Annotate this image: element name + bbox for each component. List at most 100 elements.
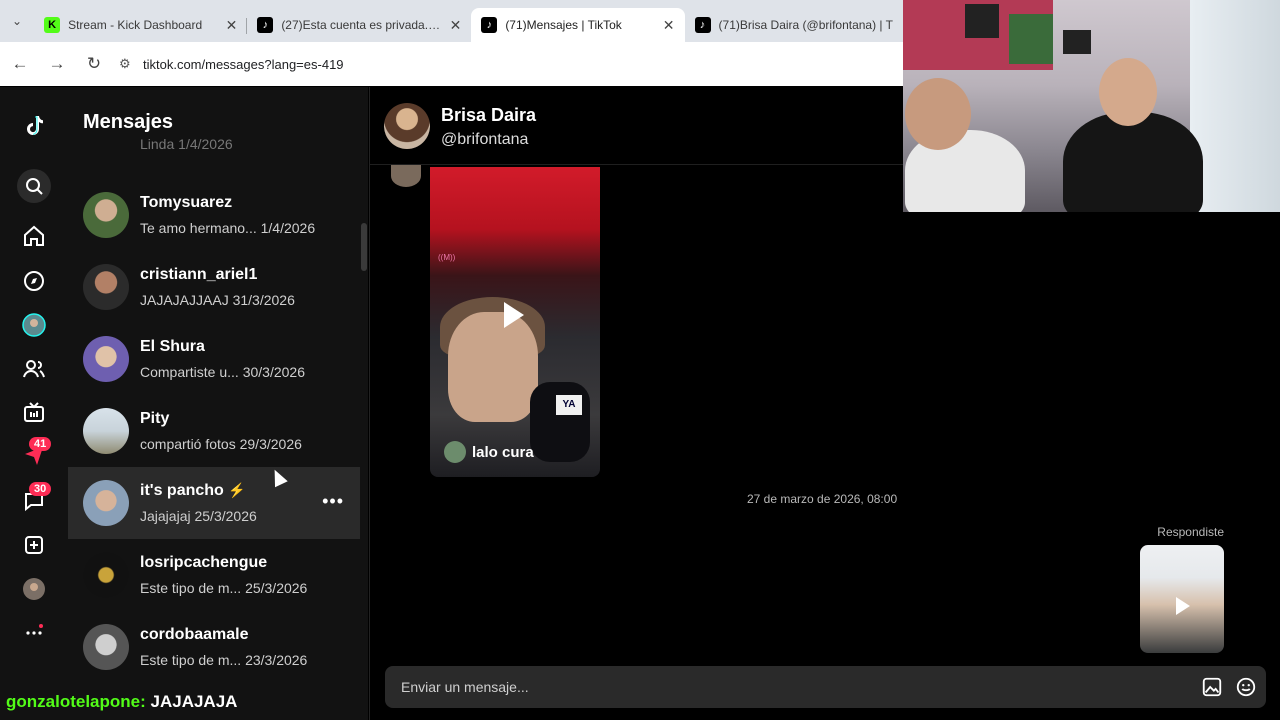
conversation-preview: Compartiste u... (140, 364, 239, 380)
stream-chat-username: gonzalotelapone: (6, 692, 146, 711)
messages-heading: Mensajes (83, 111, 174, 133)
tiktok-icon: ♪ (694, 17, 711, 33)
explore-compass-icon[interactable] (17, 264, 51, 298)
messages-badge: 30 (29, 482, 52, 496)
webcam-person-left-head (905, 78, 971, 150)
conversation-item[interactable]: El Shura Compartiste u... 30/3/2026 (68, 323, 360, 395)
friends-icon[interactable] (17, 352, 51, 386)
conversation-item-partial[interactable]: Linda 1/4/2026 (68, 135, 360, 165)
avatar (83, 480, 129, 526)
conversation-name: El Shura (140, 338, 205, 355)
conversation-name: Tomysuarez (140, 194, 233, 211)
replied-video-thumbnail[interactable] (1140, 545, 1224, 653)
webcam-poster (965, 4, 999, 38)
sender-avatar (391, 165, 421, 187)
conversation-item[interactable]: Pity compartió fotos 29/3/2026 (68, 395, 360, 467)
tiktok-logo-icon[interactable] (17, 109, 51, 143)
conversation-item[interactable]: cristiann_ariel1 JAJAJAJJAAJ 31/3/2026 (68, 251, 360, 323)
conversation-item[interactable]: cordobaamale Este tipo de m... 23/3/2026 (68, 611, 360, 683)
contact-name[interactable]: Brisa Daira (441, 105, 536, 126)
message-input[interactable] (385, 679, 1198, 695)
conversation-preview: compartió fotos (140, 436, 236, 452)
back-arrow-icon[interactable]: ← (3, 47, 37, 81)
streak-flame-icon: ⚡ (228, 482, 246, 498)
conversation-item[interactable]: Tomysuarez Te amo hermano... 1/4/2026 (68, 179, 360, 251)
video-subject-face (448, 312, 538, 422)
url-field[interactable]: ⚙ tiktok.com/messages?lang=es-419 (119, 48, 903, 80)
stream-chat-text: JAJAJAJA (150, 692, 238, 711)
following-avatar-icon[interactable] (17, 308, 51, 342)
address-bar: ← → ↻ ⚙ tiktok.com/messages?lang=es-419 (0, 42, 903, 86)
message-timestamp: 27 de marzo de 2026, 08:00 (747, 492, 898, 506)
browser-tab-kick[interactable]: K Stream - Kick Dashboard ✕ (34, 8, 248, 42)
browser-tab-messages[interactable]: ♪ (71)Mensajes | TikTok ✕ (471, 8, 685, 42)
profile-avatar-icon[interactable] (17, 572, 51, 606)
conversation-preview: JAJAJAJJAAJ (140, 292, 229, 308)
browser-tab-private-account[interactable]: ♪ (27)Esta cuenta es privada. Sigu ✕ (247, 8, 471, 42)
more-options-icon[interactable]: ••• (322, 491, 344, 512)
search-icon[interactable] (17, 169, 51, 203)
avatar (83, 336, 129, 382)
avatar (83, 552, 129, 598)
inbox-badge: 41 (29, 437, 52, 451)
webcam-poster (1063, 30, 1091, 54)
tiktok-icon: ♪ (257, 17, 274, 33)
conversation-item[interactable]: losripcachengue Este tipo de m... 25/3/2… (68, 539, 360, 611)
conversation-preview: Jajajajaj (140, 508, 191, 524)
message-composer (385, 666, 1266, 708)
messages-icon[interactable]: 30 (17, 482, 52, 518)
image-upload-icon[interactable] (1198, 673, 1226, 701)
conversation-date: 30/3/2026 (242, 364, 306, 380)
close-tab-icon[interactable]: ✕ (450, 17, 462, 34)
contact-handle[interactable]: @brifontana (441, 131, 528, 149)
stream-chat-message: gonzalotelapone: JAJAJAJA (6, 692, 237, 712)
avatar (83, 408, 129, 454)
close-tab-icon[interactable]: ✕ (663, 17, 675, 34)
video-author-avatar (444, 441, 466, 463)
close-tab-icon[interactable]: ✕ (226, 17, 238, 34)
conversation-date: 25/3/2026 (194, 508, 257, 524)
video-brand-mark: ((M)) (438, 253, 456, 262)
conversation-item-selected[interactable]: it's pancho ⚡ Jajajajaj 25/3/2026 ••• (68, 467, 360, 539)
play-icon[interactable] (504, 302, 524, 328)
inbox-send-icon[interactable]: 41 (17, 437, 52, 473)
conversation-date: 31/3/2026 (232, 292, 295, 308)
conversation-date: 25/3/2026 (245, 580, 308, 596)
forward-arrow-icon[interactable]: → (40, 47, 74, 81)
avatar (83, 192, 129, 238)
contact-avatar[interactable] (384, 103, 430, 149)
upload-plus-icon[interactable] (17, 528, 51, 562)
conversation-preview: Este tipo de m... (140, 652, 242, 668)
tiktok-icon: ♪ (481, 17, 498, 33)
conversation-list: Mensajes Linda 1/4/2026 Tomysuarez Te am… (68, 87, 368, 720)
conversation-preview: Te amo hermano... (140, 220, 257, 236)
video-author-name: lalo cura (472, 443, 534, 461)
webcam-poster (1009, 14, 1053, 64)
webcam-person-right (1063, 112, 1203, 212)
live-tv-icon[interactable] (17, 396, 51, 430)
conversation-date: 29/3/2026 (239, 436, 302, 452)
video-mic-tag: YA (556, 395, 582, 415)
play-icon[interactable] (1176, 597, 1190, 615)
tab-list-chevron-icon[interactable]: ⌄ (0, 0, 34, 42)
video-author: lalo cura (444, 441, 534, 463)
conversation-date: 23/3/2026 (245, 652, 308, 668)
conversation-list-scrollbar[interactable] (361, 223, 367, 271)
browser-tab-bar: ⌄ K Stream - Kick Dashboard ✕ ♪ (27)Esta… (0, 0, 903, 42)
browser-tab-profile[interactable]: ♪ (71)Brisa Daira (@brifontana) | T (685, 8, 903, 42)
reload-icon[interactable]: ↻ (77, 47, 111, 81)
emoji-icon[interactable] (1232, 673, 1260, 701)
site-settings-icon[interactable]: ⚙ (119, 56, 143, 72)
conversation-name: it's pancho (140, 482, 224, 499)
conversation-name: Pity (140, 410, 170, 427)
webcam-person-right-head (1099, 58, 1157, 126)
shared-video-message[interactable]: ((M)) YA lalo cura (430, 167, 600, 477)
more-dots-icon[interactable] (17, 615, 51, 649)
kick-icon: K (44, 17, 61, 33)
conversation-preview: Este tipo de m... (140, 580, 242, 596)
webcam-overlay (903, 0, 1280, 212)
replied-label: Respondiste (1157, 525, 1224, 539)
conversation-date: 1/4/2026 (260, 220, 316, 236)
avatar (83, 624, 129, 670)
home-icon[interactable] (17, 219, 51, 253)
